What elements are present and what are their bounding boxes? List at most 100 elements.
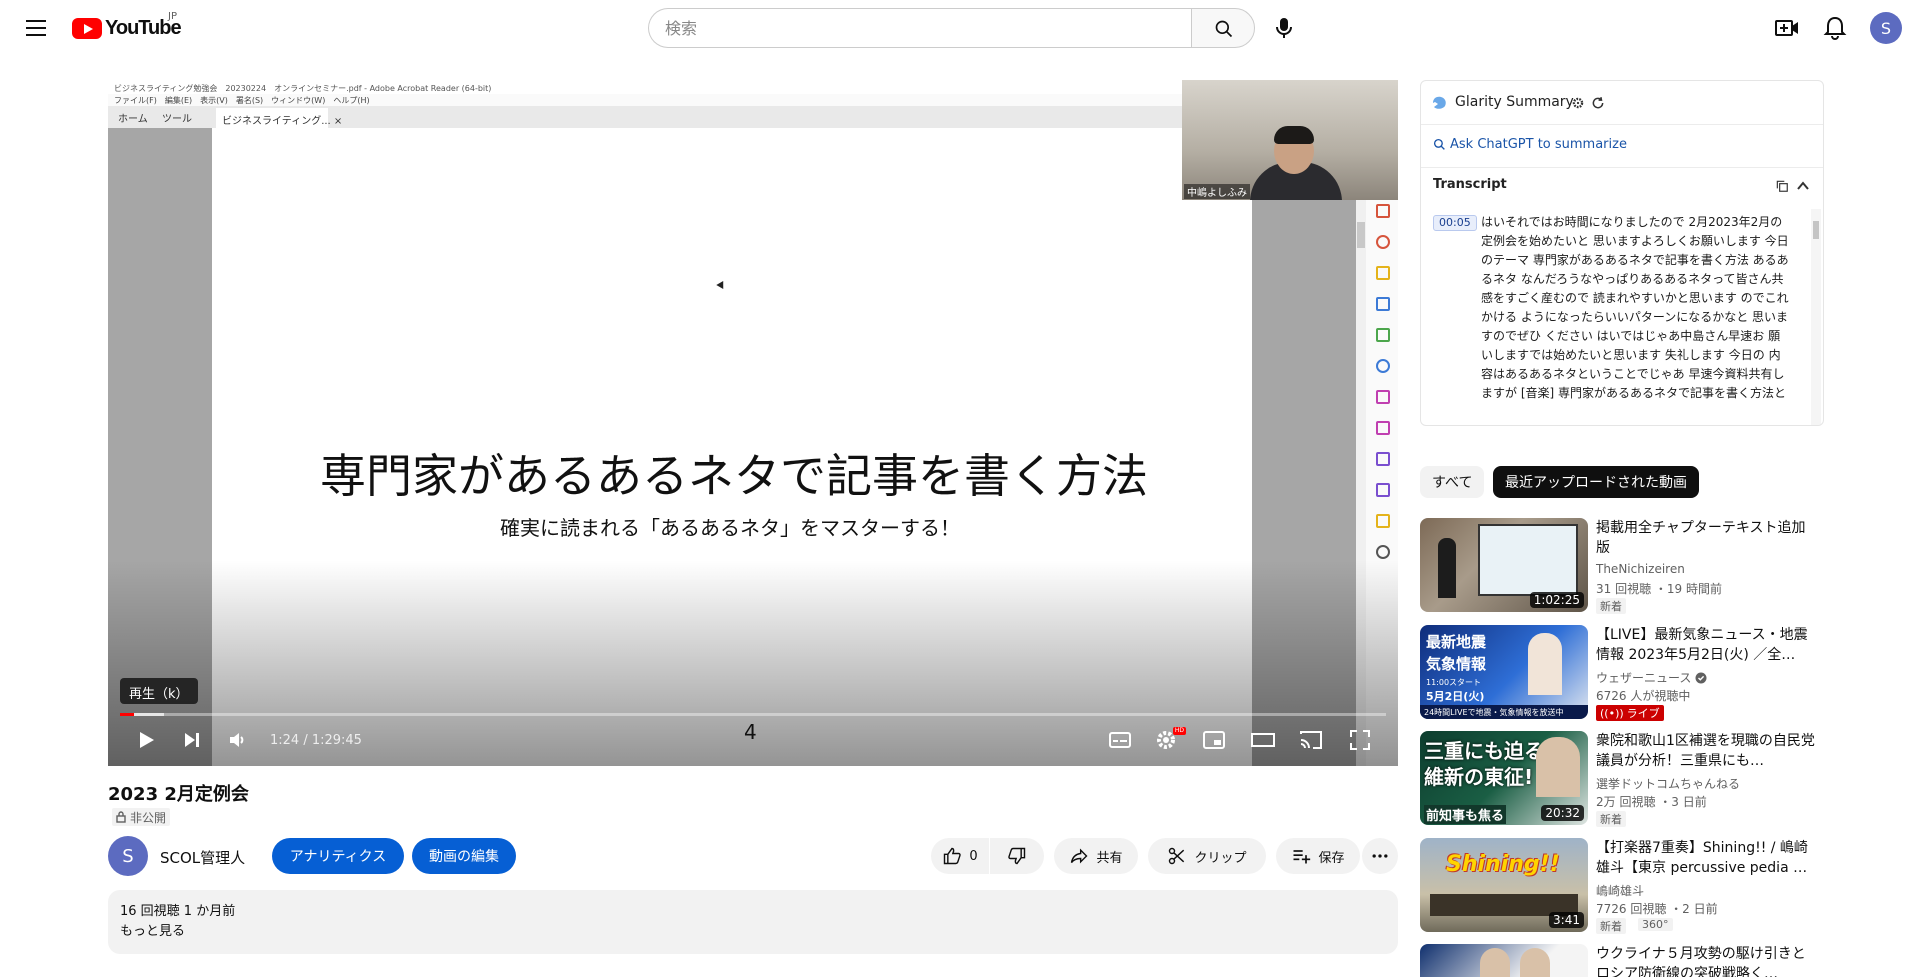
create-button[interactable] <box>1772 13 1802 43</box>
search-icon <box>1433 138 1445 150</box>
video-thumbnail[interactable]: 1:02:25 <box>1420 518 1588 612</box>
analytics-button[interactable]: アナリティクス <box>272 838 404 874</box>
video-duration: 20:32 <box>1541 805 1584 821</box>
video-title[interactable]: 【LIVE】最新気象ニュース・地震情報 2023年5月2日(火) ／全… <box>1596 625 1816 665</box>
edit-video-button[interactable]: 動画の編集 <box>412 838 516 874</box>
recommended-video[interactable]: 三重にも迫る? 維新の東征! 前知事も焦る 20:32 衆院和歌山1区補選を現職… <box>1420 731 1824 827</box>
mute-button[interactable] <box>226 728 250 756</box>
search-button[interactable] <box>1191 8 1255 48</box>
progress-bar[interactable] <box>120 713 1386 716</box>
transcript-timestamp[interactable]: 00:05 <box>1433 215 1477 231</box>
bell-icon <box>1823 16 1847 40</box>
video-player[interactable]: ビジネスライティング勉強会 20230224 オンラインセミナー.pdf - A… <box>108 80 1398 766</box>
verified-icon <box>1695 672 1707 683</box>
share-button[interactable]: 共有 <box>1054 838 1138 874</box>
chip-recently-uploaded[interactable]: 最近アップロードされた動画 <box>1493 466 1699 498</box>
video-title[interactable]: ウクライナ５月攻勢の駆け引きとロシア防衛線の突破戦略く… <box>1596 944 1816 977</box>
new-badge: 新着 <box>1596 918 1626 934</box>
video-channel[interactable]: 選挙ドットコムちゃんねる <box>1596 775 1740 792</box>
video-meta: 31 回視聴 ・19 時間前 <box>1596 582 1722 596</box>
cast-button[interactable] <box>1298 728 1324 756</box>
transcript-scrollbar[interactable] <box>1811 209 1821 425</box>
chip-all[interactable]: すべて <box>1420 466 1485 498</box>
video-title[interactable]: 【打楽器7重奏】Shining!! / 嶋崎雄斗【東京 percussive p… <box>1596 838 1816 878</box>
video-thumbnail[interactable]: Shining!! 3:41 <box>1420 838 1588 932</box>
channel-name[interactable]: SCOL管理人 <box>160 847 245 868</box>
subtitles-button[interactable] <box>1108 728 1132 756</box>
time-display: 1:24 / 1:29:45 <box>270 733 362 748</box>
channel-avatar[interactable]: S <box>108 836 148 876</box>
refresh-icon[interactable] <box>1591 96 1605 110</box>
voice-search-button[interactable] <box>1264 8 1304 48</box>
video-duration: 3:41 <box>1549 912 1584 928</box>
video-channel[interactable]: 嶋崎雄斗 <box>1596 882 1644 899</box>
next-button[interactable] <box>180 728 204 756</box>
slide-subtitle: 確実に読まれる「あるあるネタ」をマスターする！ <box>500 516 960 540</box>
more-actions-button[interactable] <box>1362 838 1398 874</box>
gear-icon[interactable] <box>1571 96 1585 110</box>
fullscreen-button[interactable] <box>1348 728 1372 756</box>
description-box[interactable]: 16 回視聴 1 か月前 もっと見る <box>108 890 1398 954</box>
recommended-video[interactable]: Shining!! 3:41 【打楽器7重奏】Shining!! / 嶋崎雄斗【… <box>1420 838 1824 934</box>
recommended-video[interactable]: 1:02:25 掲載用全チャプターテキスト追加版 TheNichizeiren … <box>1420 518 1824 614</box>
progress-played <box>120 713 134 716</box>
create-video-icon <box>1775 20 1798 36</box>
masthead: YouTube JP S <box>0 0 1920 56</box>
more-horizontal-icon <box>1372 854 1388 858</box>
video-title[interactable]: 掲載用全チャプターテキスト追加版 <box>1596 518 1816 558</box>
thumbs-down-icon <box>1008 847 1026 865</box>
description-stats: 16 回視聴 1 か月前 <box>120 904 236 919</box>
glarity-summary-panel: Glarity Summary Ask ChatGPT to summarize… <box>1420 80 1824 426</box>
notifications-button[interactable] <box>1820 13 1850 43</box>
transcript-scroll-thumb[interactable] <box>1813 221 1819 239</box>
webcam-name: 中嶋よしふみ <box>1184 184 1250 199</box>
video-channel[interactable]: ウェザーニュース <box>1596 669 1707 686</box>
live-badge: ((•)) ライブ <box>1596 705 1664 721</box>
pdf-tab-home: ホーム <box>118 114 148 125</box>
pdf-tool-edit-icon <box>1376 421 1390 435</box>
share-icon <box>1071 848 1088 864</box>
slide-title: 専門家があるあるネタで記事を書く方法 <box>320 449 1148 503</box>
country-code: JP <box>168 11 177 22</box>
skip-next-icon <box>185 733 199 747</box>
video-meta: 6726 人が視聴中 <box>1596 689 1691 703</box>
guide-menu-button[interactable] <box>20 14 52 42</box>
video-title[interactable]: 衆院和歌山1区補選を現職の自民党議員が分析！三重県にも… <box>1596 731 1816 771</box>
video-duration: 1:02:25 <box>1529 592 1584 608</box>
play-icon <box>140 732 154 748</box>
ask-chatgpt-link[interactable]: Ask ChatGPT to summarize <box>1433 137 1627 152</box>
video-thumbnail[interactable]: 最新地震 気象情報 11:00スタート 5月2日(火) 24時間LIVEで地震・… <box>1420 625 1588 719</box>
scissors-icon <box>1169 847 1185 865</box>
show-more-link[interactable]: もっと見る <box>120 922 1386 942</box>
pdf-scroll-thumb <box>1357 222 1365 248</box>
presenter-figure <box>1528 633 1562 695</box>
video-thumbnail[interactable] <box>1420 944 1588 977</box>
slide-page-number: 4 <box>744 720 757 744</box>
theater-mode-button[interactable] <box>1250 728 1276 756</box>
search-input[interactable] <box>649 9 1192 47</box>
glarity-title: Glarity Summary <box>1455 94 1574 110</box>
chevron-up-icon[interactable] <box>1797 181 1809 191</box>
dislike-button[interactable] <box>990 838 1044 874</box>
recommended-video[interactable]: 最新地震 気象情報 11:00スタート 5月2日(火) 24時間LIVEで地震・… <box>1420 625 1824 721</box>
pdf-tab-document: ビジネスライティング... × <box>216 108 342 128</box>
video-thumbnail[interactable]: 三重にも迫る? 維新の東征! 前知事も焦る 20:32 <box>1420 731 1588 825</box>
youtube-logo[interactable]: YouTube <box>72 15 182 41</box>
clip-button[interactable]: クリップ <box>1148 838 1266 874</box>
video-channel[interactable]: TheNichizeiren <box>1596 562 1685 576</box>
pdf-tool-sign-icon <box>1376 390 1390 404</box>
pdf-menubar: ファイル(F) 編集(E) 表示(V) 署名(S) ウィンドウ(W) ヘルプ(H… <box>108 94 1182 106</box>
account-avatar[interactable]: S <box>1870 12 1902 44</box>
vr360-badge: 360° <box>1638 918 1673 931</box>
recommended-video[interactable]: ウクライナ５月攻勢の駆け引きとロシア防衛線の突破戦略く… <box>1420 944 1824 977</box>
pdf-window-title: ビジネスライティング勉強会 20230224 オンラインセミナー.pdf - A… <box>108 80 1182 94</box>
save-button[interactable]: 保存 <box>1276 838 1360 874</box>
copy-icon[interactable] <box>1775 179 1789 193</box>
miniplayer-button[interactable] <box>1202 728 1226 756</box>
transcript-text: はいそれではお時間になりましたので 2月2023年2月の定例会を始めたいと 思い… <box>1481 215 1789 400</box>
play-tooltip: 再生（k） <box>120 678 198 704</box>
pdf-tab-tools: ツール <box>162 114 192 125</box>
pdf-tool-comment-icon <box>1376 266 1390 280</box>
like-button[interactable]: 0 <box>931 838 989 874</box>
play-button[interactable] <box>134 728 158 756</box>
